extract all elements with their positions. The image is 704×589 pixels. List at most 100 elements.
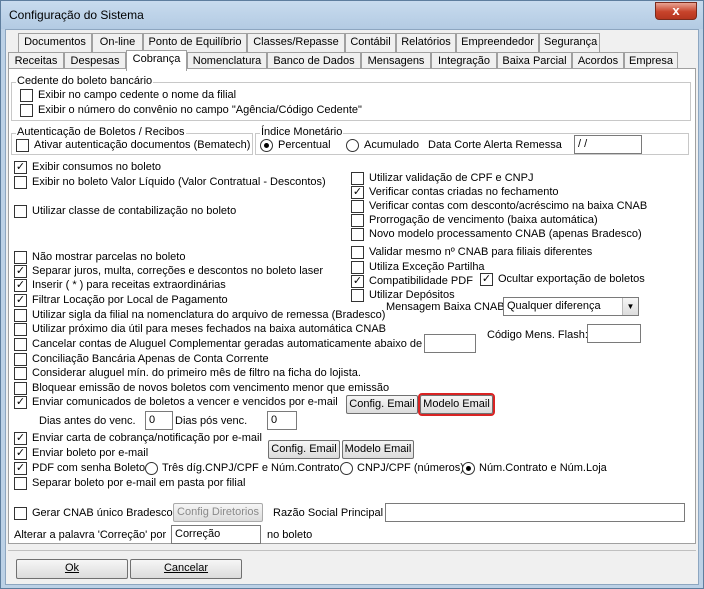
ocultar-exportacao-checkbox[interactable]: ✓: [480, 273, 493, 286]
classe-contab-label: Utilizar classe de contabilização no bol…: [32, 205, 237, 217]
verificar-desconto-checkbox[interactable]: [351, 200, 364, 213]
ok-button[interactable]: Ok: [16, 559, 128, 579]
num-contrato-label: Núm.Contrato e Núm.Loja: [479, 462, 607, 474]
ocultar-exportacao-label: Ocultar exportação de boletos: [498, 273, 645, 285]
config-email-button[interactable]: Config. Email: [346, 395, 418, 414]
ok-button-label: Ok: [64, 562, 80, 574]
dialog-footer: Ok Cancelar: [8, 550, 696, 582]
classe-contab-checkbox[interactable]: [14, 205, 27, 218]
razao-social-label: Razão Social Principal: [273, 507, 384, 519]
validar-cnab-checkbox[interactable]: [351, 246, 364, 259]
mensagem-baixa-value: Qualquer diferença: [507, 300, 601, 312]
nao-mostrar-parcelas-checkbox[interactable]: [14, 251, 27, 264]
separar-boleto-checkbox[interactable]: [14, 477, 27, 490]
tab-documentos[interactable]: Documentos: [18, 33, 92, 52]
excecao-partilha-checkbox[interactable]: [351, 261, 364, 274]
pdf-senha-label: PDF com senha Boleto: [32, 462, 146, 474]
percentual-radio[interactable]: [260, 139, 273, 152]
autenticacao-group: Autenticação de Boletos / Recibos Ativar…: [11, 126, 253, 155]
inserir-checkbox[interactable]: ✓: [14, 279, 27, 292]
dias-antes-input[interactable]: 0: [145, 411, 173, 430]
correcao-input[interactable]: Correção: [171, 525, 261, 544]
client-area: Documentos On-line Ponto de Equilíbrio C…: [5, 29, 699, 585]
autenticacao-group-title: Autenticação de Boletos / Recibos: [16, 126, 186, 139]
exibir-consumos-checkbox[interactable]: ✓: [14, 161, 27, 174]
cancelar-button[interactable]: Cancelar: [130, 559, 242, 579]
conciliacao-checkbox[interactable]: [14, 353, 27, 366]
config-diretorios-button[interactable]: Config Diretorios: [173, 503, 263, 522]
bloquear-emissao-checkbox[interactable]: [14, 382, 27, 395]
acumulado-radio[interactable]: [346, 139, 359, 152]
dias-pos-input[interactable]: 0: [267, 411, 297, 430]
prorrogacao-checkbox[interactable]: [351, 214, 364, 227]
modelo-email-button-2[interactable]: Modelo Email: [342, 440, 414, 459]
dias-antes-label: Dias antes do venc.: [39, 415, 136, 427]
close-button[interactable]: x: [655, 2, 697, 20]
cedente-group-title: Cedente do boleto bancário: [16, 75, 154, 88]
tres-dig-radio[interactable]: [145, 462, 158, 475]
config-email-button-2[interactable]: Config. Email: [268, 440, 340, 459]
cnab-unico-label: Gerar CNAB único Bradesco: [32, 507, 173, 519]
valor-liquido-checkbox[interactable]: [14, 176, 27, 189]
modelo-email-button[interactable]: Modelo Email: [418, 393, 495, 416]
proximo-dia-label: Utilizar próximo dia útil para meses fec…: [32, 323, 386, 335]
utilizar-depositos-checkbox[interactable]: [351, 289, 364, 302]
cedente-convenio-label: Exibir o número do convênio no campo "Ag…: [38, 104, 362, 116]
mensagem-baixa-select[interactable]: Qualquer diferença ▼: [503, 297, 639, 316]
inserir-label: Inserir ( * ) para receitas extraordinár…: [32, 279, 226, 291]
verificar-desconto-label: Verificar contas com desconto/acréscimo …: [369, 200, 648, 212]
codigo-flash-input[interactable]: [587, 324, 641, 343]
cedente-nome-filial-checkbox[interactable]: [20, 89, 33, 102]
excecao-partilha-label: Utiliza Exceção Partilha: [369, 261, 485, 273]
num-contrato-radio[interactable]: [462, 462, 475, 475]
tab-classes-repasse[interactable]: Classes/Repasse: [247, 33, 345, 52]
data-corte-input[interactable]: / /: [574, 135, 642, 154]
novo-modelo-checkbox[interactable]: [351, 228, 364, 241]
cobranca-panel: Cedente do boleto bancário Exibir no cam…: [8, 68, 696, 544]
config-window: Configuração do Sistema x Documentos On-…: [0, 0, 704, 589]
compat-pdf-label: Compatibilidade PDF: [369, 275, 473, 287]
enviar-comunicados-checkbox[interactable]: ✓: [14, 396, 27, 409]
tab-relatorios[interactable]: Relatórios: [396, 33, 456, 52]
prorrogacao-label: Prorrogação de vencimento (baixa automát…: [369, 214, 598, 226]
cedente-convenio-checkbox[interactable]: [20, 104, 33, 117]
tres-dig-label: Três díg.CNPJ/CPF e Núm.Contrato: [162, 462, 340, 474]
considerar-aluguel-checkbox[interactable]: [14, 367, 27, 380]
tab-cobranca[interactable]: Cobrança: [126, 50, 187, 71]
novo-modelo-label: Novo modelo processamento CNAB (apenas B…: [369, 228, 642, 240]
considerar-aluguel-label: Considerar aluguel mín. do primeiro mês …: [32, 367, 361, 379]
sigla-filial-checkbox[interactable]: [14, 309, 27, 322]
validacao-cpf-checkbox[interactable]: [351, 172, 364, 185]
indice-monetario-title: Índice Monetário: [260, 126, 344, 139]
cnab-unico-checkbox[interactable]: [14, 507, 27, 520]
tab-contabil[interactable]: Contábil: [345, 33, 396, 52]
nao-mostrar-parcelas-label: Não mostrar parcelas no boleto: [32, 251, 186, 263]
enviar-comunicados-label: Enviar comunicados de boletos a vencer e…: [32, 396, 338, 408]
filtrar-locacao-label: Filtrar Locação por Local de Pagamento: [32, 294, 228, 306]
indice-monetario-group: Índice Monetário Percentual Acumulado Da…: [255, 126, 689, 155]
verificar-criadas-checkbox[interactable]: ✓: [351, 186, 364, 199]
data-corte-label: Data Corte Alerta Remessa: [428, 139, 562, 151]
cancelar-contas-label: Cancelar contas de Aluguel Complementar …: [32, 338, 440, 350]
tab-empreendedor[interactable]: Empreendedor: [456, 33, 539, 52]
pdf-senha-checkbox[interactable]: ✓: [14, 462, 27, 475]
proximo-dia-checkbox[interactable]: [14, 323, 27, 336]
razao-social-input[interactable]: [385, 503, 685, 522]
carta-cobranca-checkbox[interactable]: ✓: [14, 432, 27, 445]
boleto-email-checkbox[interactable]: ✓: [14, 447, 27, 460]
cnpj-numeros-radio[interactable]: [340, 462, 353, 475]
acumulado-label: Acumulado: [364, 139, 420, 151]
separar-juros-checkbox[interactable]: ✓: [14, 265, 27, 278]
cancelar-contas-checkbox[interactable]: [14, 338, 27, 351]
compat-pdf-checkbox[interactable]: ✓: [351, 275, 364, 288]
bloquear-emissao-label: Bloquear emissão de novos boletos com ve…: [32, 382, 390, 394]
valor-liquido-label: Exibir no boleto Valor Líquido (Valor Co…: [32, 176, 326, 188]
title-bar[interactable]: Configuração do Sistema x: [1, 1, 703, 29]
tab-seguranca[interactable]: Segurança: [539, 33, 600, 52]
filtrar-locacao-checkbox[interactable]: ✓: [14, 294, 27, 307]
exibir-consumos-label: Exibir consumos no boleto: [32, 161, 162, 173]
autenticacao-bematech-checkbox[interactable]: [16, 139, 29, 152]
cancelar-valor-input[interactable]: [424, 334, 476, 353]
separar-juros-label: Separar juros, multa, correções e descon…: [32, 265, 324, 277]
chevron-down-icon[interactable]: ▼: [622, 298, 638, 315]
